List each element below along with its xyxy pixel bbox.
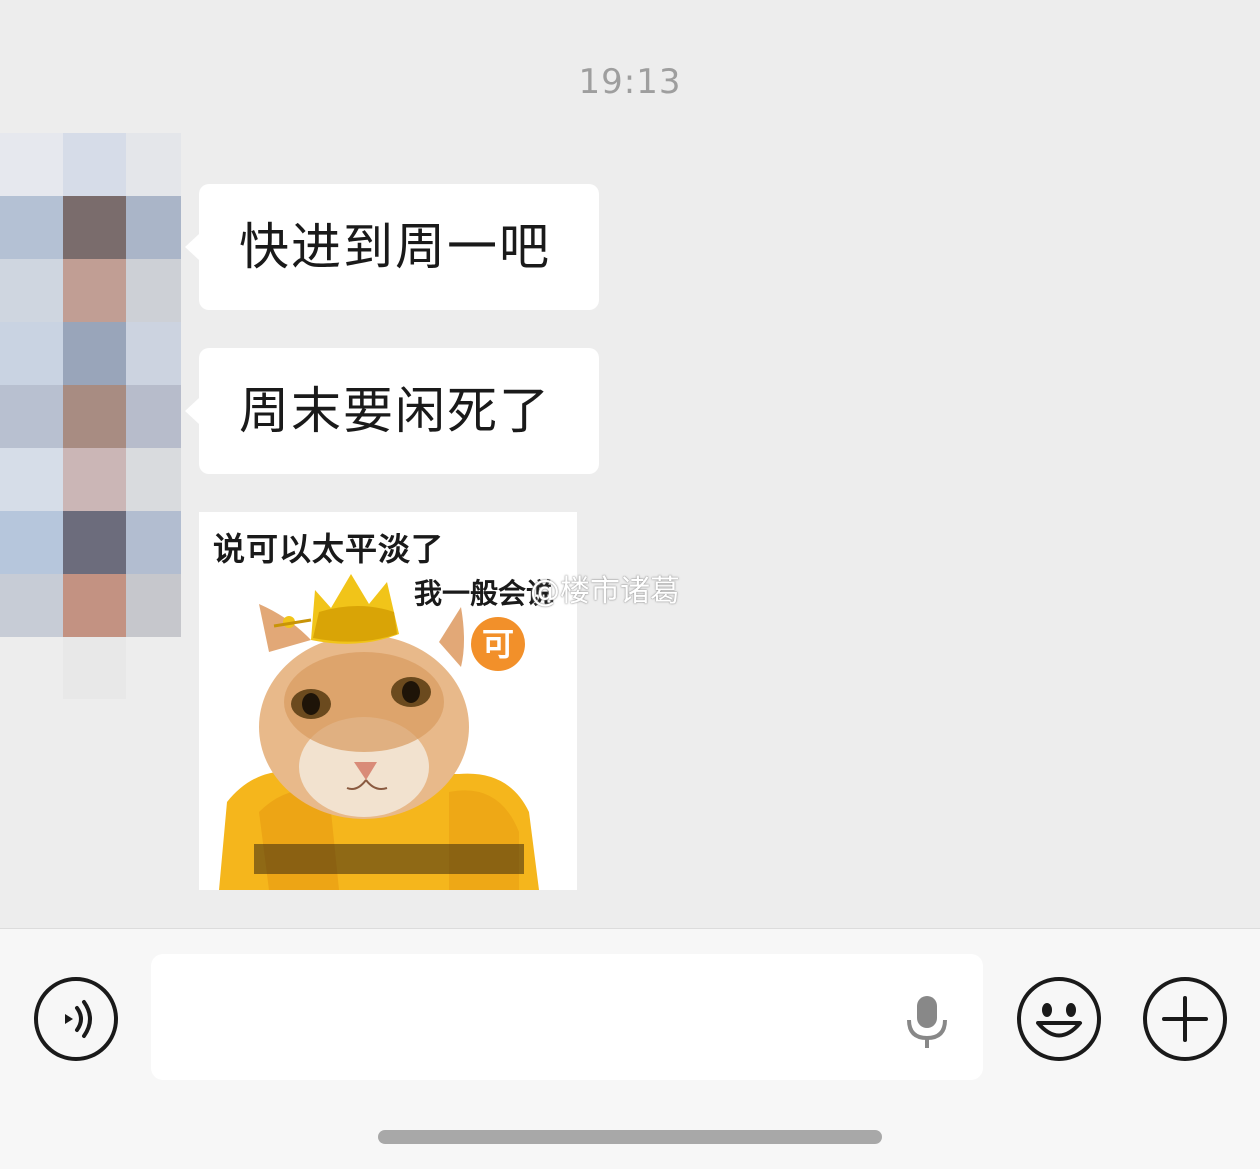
sticker-caption-top: 说可以太平淡了 xyxy=(213,530,445,568)
message-text: 快进到周一吧 xyxy=(239,218,551,276)
sticker-message[interactable]: 说可以太平淡了 我一般会说 可 xyxy=(199,512,577,890)
chat-area[interactable]: 19:13 快进到周一吧 周末要闲死了 说可以太平淡了 我一般会说 可 @楼市诸… xyxy=(0,0,1260,928)
message-bubble[interactable]: 周末要闲死了 xyxy=(185,348,599,474)
emoji-button[interactable] xyxy=(1016,976,1102,1062)
input-bar xyxy=(0,928,1260,1169)
avatar[interactable] xyxy=(0,133,181,699)
watermark: @楼市诸葛 xyxy=(530,574,680,609)
voice-icon xyxy=(34,977,118,1061)
message-text: 周末要闲死了 xyxy=(239,382,551,440)
message-bubble[interactable]: 快进到周一吧 xyxy=(185,184,599,310)
home-indicator[interactable] xyxy=(378,1130,882,1144)
plus-icon xyxy=(1143,977,1227,1061)
more-options-button[interactable] xyxy=(1142,976,1228,1062)
message-timestamp: 19:13 xyxy=(578,62,682,102)
emoji-icon xyxy=(1017,977,1101,1061)
microphone-icon[interactable] xyxy=(899,990,955,1050)
sticker-badge: 可 xyxy=(471,617,525,671)
message-input[interactable] xyxy=(151,954,983,1080)
voice-toggle-button[interactable] xyxy=(33,976,119,1062)
